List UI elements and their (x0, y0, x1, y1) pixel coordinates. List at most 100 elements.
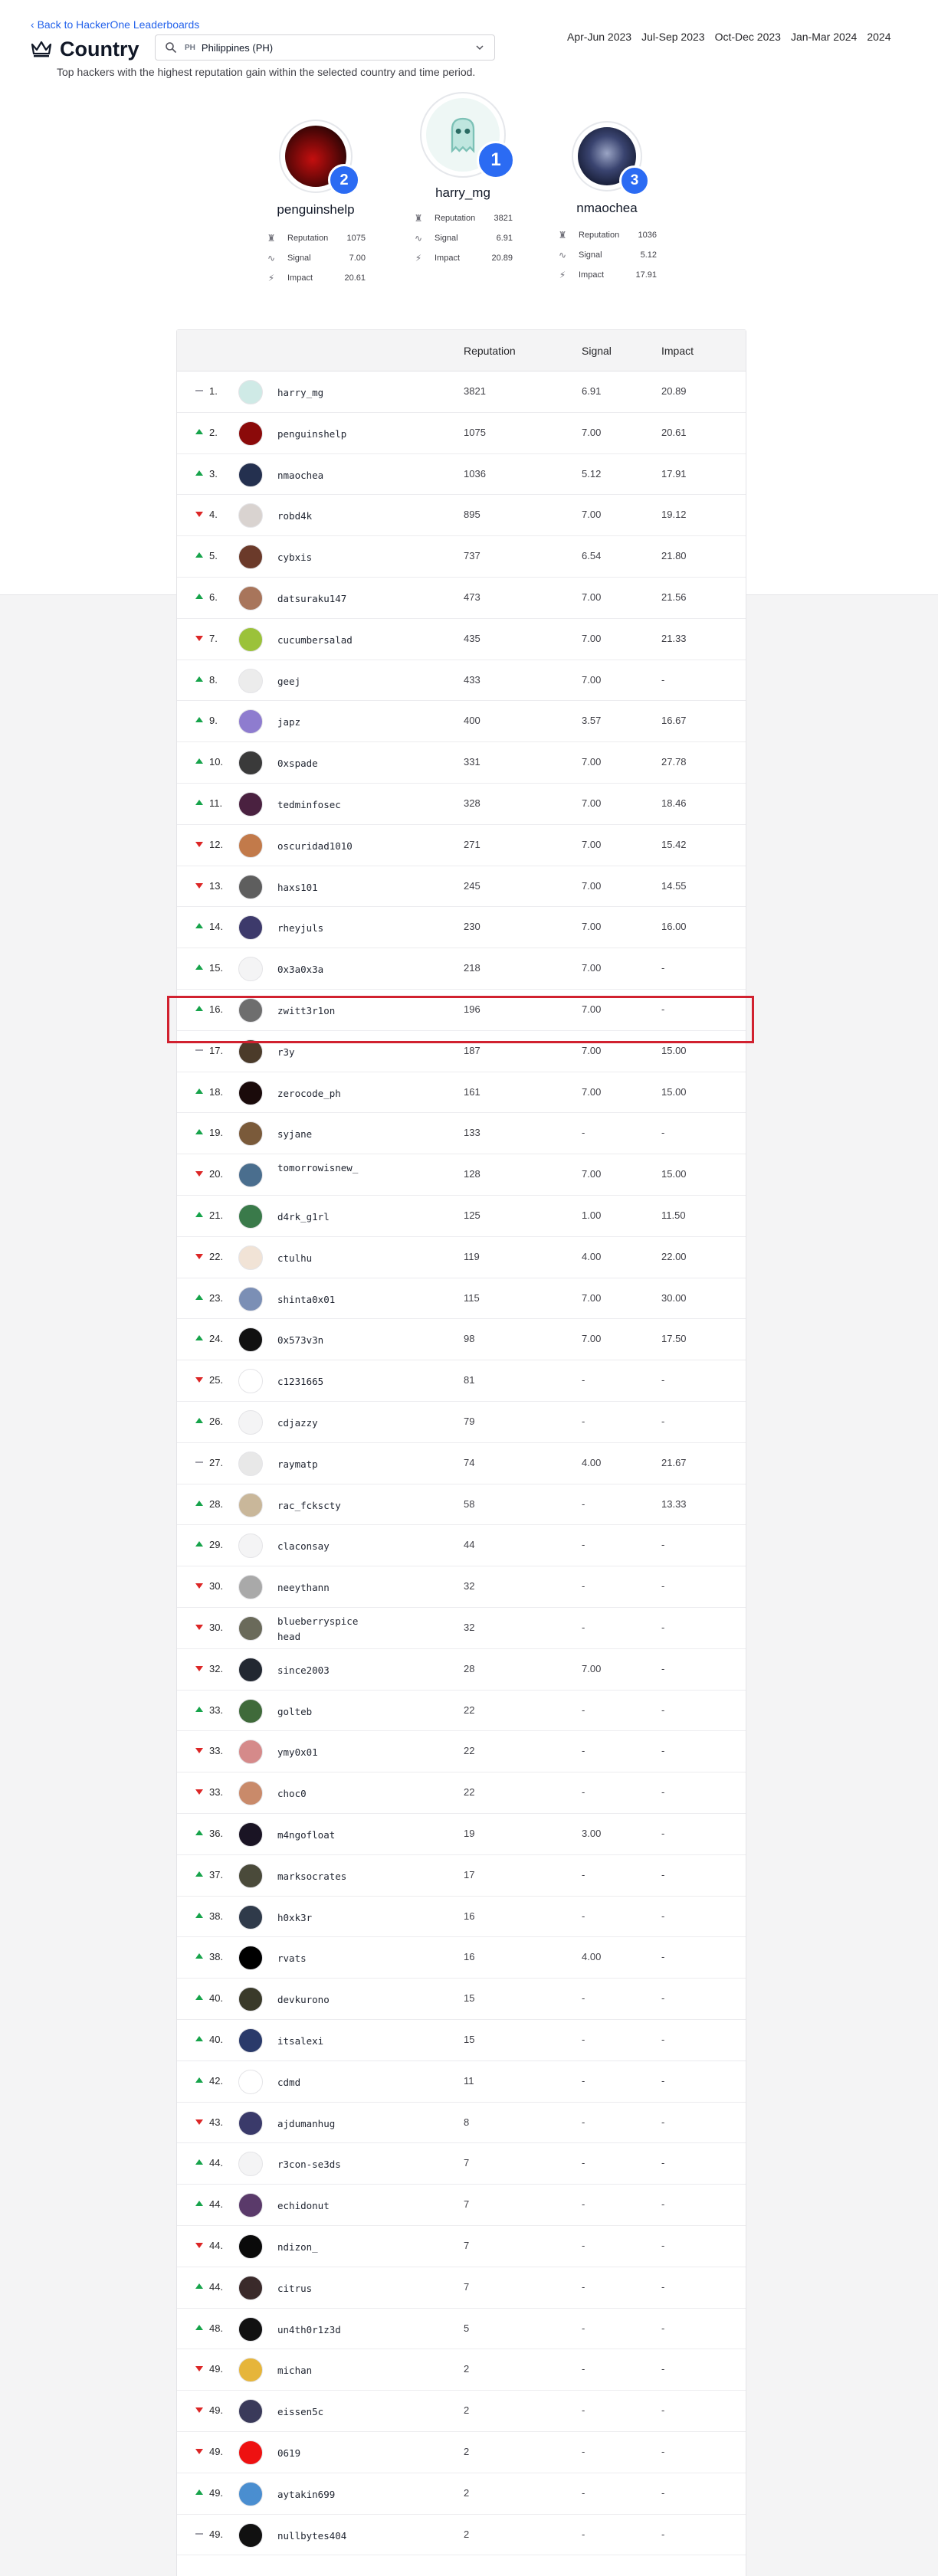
avatar[interactable] (238, 915, 263, 941)
username-link[interactable]: d4rk_g1rl (277, 1209, 363, 1225)
table-row[interactable]: 49. aytakin699 2 - - (177, 2473, 746, 2515)
avatar[interactable] (238, 1286, 263, 1311)
table-row[interactable]: 5. cybxis 737 6.54 21.80 (177, 536, 746, 578)
table-row[interactable]: 40. devkurono 15 - - (177, 1979, 746, 2020)
username-link[interactable]: since2003 (277, 1663, 363, 1678)
table-row[interactable]: 18. zerocode_ph 161 7.00 15.00 (177, 1072, 746, 1114)
table-row[interactable]: 13. haxs101 245 7.00 14.55 (177, 866, 746, 908)
username-link[interactable]: cucumbersalad (277, 633, 363, 648)
username-link[interactable]: devkurono (277, 1992, 363, 2008)
table-row[interactable]: 15. 0x3a0x3a 218 7.00 - (177, 948, 746, 990)
avatar[interactable] (238, 833, 263, 858)
table-row[interactable]: 44. citrus 7 - - (177, 2267, 746, 2309)
table-row[interactable]: 24. 0x573v3n 98 7.00 17.50 (177, 1319, 746, 1361)
username-link[interactable]: claconsay (277, 1539, 363, 1554)
table-row[interactable]: 29. claconsay 44 - - (177, 1525, 746, 1567)
username-link[interactable]: neeythann (277, 1580, 363, 1596)
avatar[interactable] (238, 586, 263, 610)
table-row[interactable]: 27. raymatp 74 4.00 21.67 (177, 1443, 746, 1484)
table-row[interactable]: 9. japz 400 3.57 16.67 (177, 701, 746, 743)
table-row[interactable]: 43. ajdumanhug 8 - - (177, 2103, 746, 2144)
table-row[interactable]: 48. un4th0r1z3d 5 - - (177, 2309, 746, 2350)
table-row[interactable]: 25. c1231665 81 - - (177, 1360, 746, 1402)
avatar[interactable] (238, 1533, 263, 1559)
table-row[interactable]: 49. michan 2 - - (177, 2349, 746, 2391)
column-header-signal[interactable]: Signal (582, 345, 612, 357)
table-row[interactable]: 26. cdjazzy 79 - - (177, 1402, 746, 1443)
avatar[interactable] (238, 2316, 263, 2342)
table-row[interactable]: 28. rac_fckscty 58 - 13.33 (177, 1484, 746, 1526)
table-row[interactable]: 49. 0619 2 - - (177, 2432, 746, 2473)
username-link[interactable]: cdjazzy (277, 1416, 363, 1431)
period-option[interactable]: Jul-Sep 2023 (641, 31, 705, 43)
table-row[interactable]: 33. golteb 22 - - (177, 1691, 746, 1732)
username-link[interactable]: eissen5c (277, 2404, 363, 2420)
table-row[interactable]: 49. nullbytes404 2 - - (177, 2515, 746, 2556)
table-row[interactable]: 49. eissen5c 2 - - (177, 2391, 746, 2432)
avatar[interactable] (238, 1822, 263, 1847)
table-row[interactable]: 33. ymy0x01 22 - - (177, 1731, 746, 1773)
username-link[interactable]: ajdumanhug (277, 2116, 363, 2132)
table-row[interactable]: 30. neeythann 32 - - (177, 1566, 746, 1608)
username-link[interactable]: haxs101 (277, 880, 363, 895)
avatar[interactable] (238, 1451, 263, 1476)
avatar[interactable] (238, 751, 263, 776)
username-link[interactable]: ymy0x01 (277, 1745, 363, 1760)
avatar[interactable] (238, 1698, 263, 1723)
avatar[interactable] (238, 2152, 263, 2177)
avatar[interactable] (238, 545, 263, 570)
period-option[interactable]: Oct-Dec 2023 (715, 31, 781, 43)
avatar[interactable] (238, 1946, 263, 1971)
avatar[interactable] (238, 792, 263, 817)
username-link[interactable]: aytakin699 (277, 2487, 363, 2502)
avatar[interactable] (238, 2481, 263, 2506)
username-link[interactable]: syjane (277, 1127, 363, 1142)
table-row[interactable]: 3. nmaochea 1036 5.12 17.91 (177, 454, 746, 496)
avatar[interactable] (238, 1080, 263, 1105)
username-link[interactable]: oscuridad1010 (277, 839, 363, 854)
table-row[interactable]: 21. d4rk_g1rl 125 1.00 11.50 (177, 1196, 746, 1237)
table-row[interactable]: 6. datsuraku147 473 7.00 21.56 (177, 578, 746, 619)
avatar[interactable] (238, 1369, 263, 1394)
username-link[interactable]: golteb (277, 1704, 363, 1720)
username-link[interactable]: harry_mg (277, 385, 363, 401)
username-link[interactable]: nmaochea (277, 468, 363, 483)
username-link[interactable]: rac_fckscty (277, 1498, 363, 1514)
username-link[interactable]: datsuraku147 (277, 591, 363, 607)
avatar[interactable] (238, 2028, 263, 2053)
table-row[interactable]: 2. penguinshelp 1075 7.00 20.61 (177, 413, 746, 454)
avatar[interactable] (238, 2110, 263, 2136)
avatar[interactable] (238, 2275, 263, 2300)
username-link[interactable]: penguinshelp (277, 427, 363, 442)
username-link[interactable]: m4ngofloat (277, 1828, 363, 1843)
username-link[interactable]: choc0 (277, 1786, 363, 1802)
username-link[interactable]: nullbytes404 (277, 2529, 363, 2544)
username-link[interactable]: tomorrowisnew_ (277, 1160, 363, 1176)
username-link[interactable]: japz (277, 715, 363, 730)
username-link[interactable]: cdmd (277, 2075, 363, 2090)
avatar[interactable] (238, 2522, 263, 2548)
avatar[interactable] (238, 1781, 263, 1806)
table-row[interactable]: 40. itsalexi 15 - - (177, 2020, 746, 2061)
username-link[interactable]: itsalexi (277, 2034, 363, 2049)
avatar[interactable] (238, 1863, 263, 1888)
podium-first-place[interactable]: 1 harry_mg ♜ Reputation 3821 ∿ Signal 6.91 ⚡… (409, 92, 517, 268)
username-link[interactable]: shinta0x01 (277, 1292, 363, 1308)
avatar[interactable] (238, 462, 263, 487)
username-link[interactable]: zerocode_ph (277, 1086, 363, 1101)
avatar[interactable] (238, 1327, 263, 1353)
table-row[interactable]: 8. geej 433 7.00 - (177, 660, 746, 702)
column-header-reputation[interactable]: Reputation (464, 345, 516, 357)
avatar[interactable] (238, 2358, 263, 2383)
avatar[interactable] (238, 1987, 263, 2012)
period-option[interactable]: Jan-Mar 2024 (791, 31, 857, 43)
avatar[interactable] (238, 668, 263, 693)
avatar[interactable] (238, 2193, 263, 2218)
username-link[interactable]: raymatp (277, 1457, 363, 1472)
table-row[interactable]: 44. r3con-se3ds 7 - - (177, 2143, 746, 2185)
username-link[interactable]: 0x3a0x3a (277, 962, 363, 977)
username-link[interactable]: h0xk3r (277, 1910, 363, 1926)
username-link[interactable]: marksocrates (277, 1869, 363, 1884)
avatar[interactable] (238, 421, 263, 446)
avatar[interactable] (238, 1904, 263, 1930)
